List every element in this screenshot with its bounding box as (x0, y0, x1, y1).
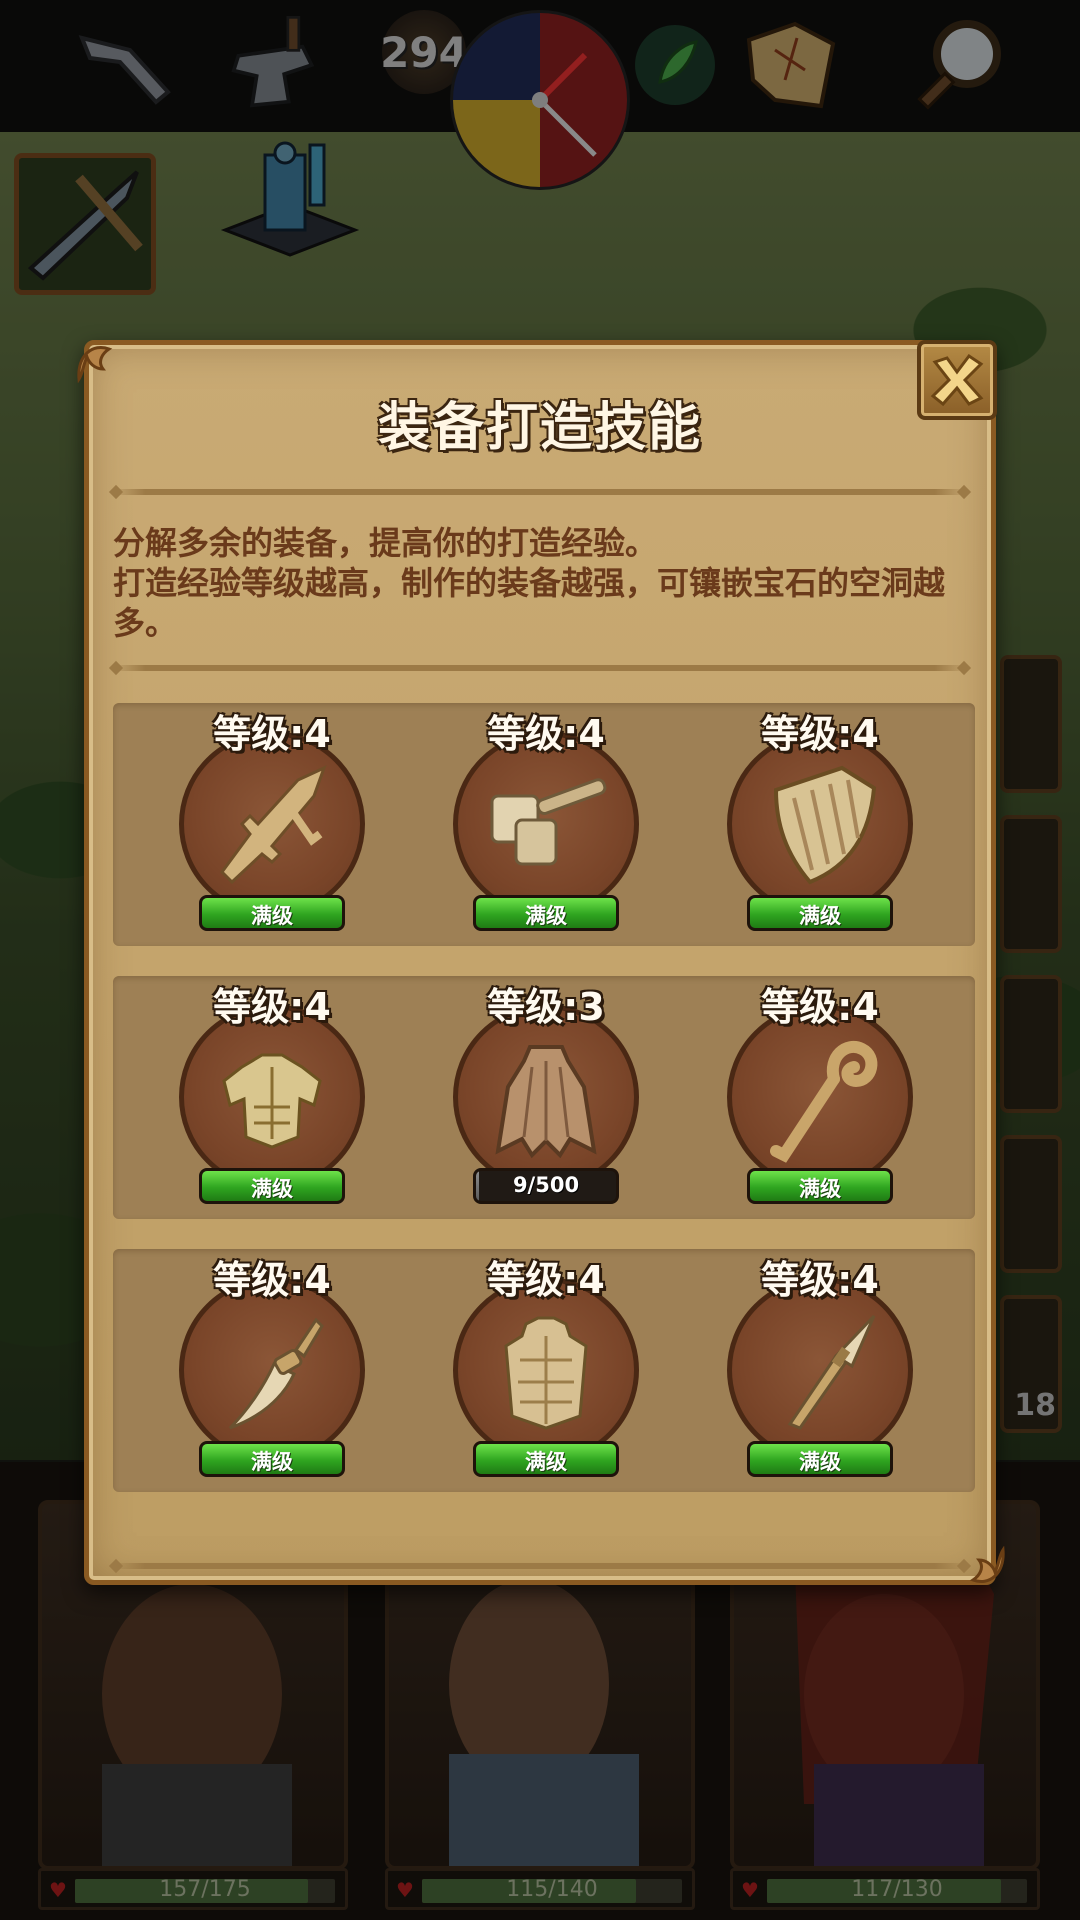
skill-progress-text: 满级 (525, 1450, 567, 1474)
divider (111, 1563, 969, 1569)
dagger-icon (228, 1317, 324, 1430)
skill-level-label: 等级:4 (213, 712, 331, 756)
skill-icon-button[interactable] (179, 1277, 365, 1463)
staff-icon (770, 1041, 878, 1163)
cloak-icon (495, 1045, 597, 1159)
skill-icon-button[interactable] (453, 1004, 639, 1190)
leather-armor-icon (504, 1316, 588, 1430)
skill-icon-button[interactable] (727, 731, 913, 917)
hammer-icon (490, 778, 607, 866)
skill-item[interactable]: 等级:4 满级 (725, 703, 915, 946)
close-icon (930, 353, 984, 407)
skill-progress-bar: 满级 (473, 895, 619, 931)
skill-progress-text: 满级 (251, 1177, 293, 1201)
skill-item[interactable]: 等级:4 满级 (451, 1249, 641, 1492)
skill-item[interactable]: 等级:4 满级 (177, 703, 367, 946)
skill-level-label: 等级:4 (487, 1258, 605, 1302)
skill-level-label: 等级:4 (213, 985, 331, 1029)
divider (111, 489, 969, 495)
skill-item[interactable]: 等级:4 满级 (725, 976, 915, 1219)
skill-level-label: 等级:4 (761, 1258, 879, 1302)
skill-level-label: 等级:4 (487, 712, 605, 756)
close-button[interactable] (917, 340, 997, 420)
corner-ornament (969, 1546, 1005, 1583)
corner-ornament (77, 346, 113, 383)
skill-level-label: 等级:4 (213, 1258, 331, 1302)
skill-item[interactable]: 等级:4 满级 (451, 703, 641, 946)
skill-row: 等级:4 满级 等级:4 满级 等级:4 满级 (113, 703, 975, 946)
dialog-title: 装备打造技能 (377, 398, 702, 458)
skill-progress-bar: 满级 (747, 895, 893, 931)
skill-level-label: 等级:4 (761, 985, 879, 1029)
skill-item[interactable]: 等级:4 满级 (177, 1249, 367, 1492)
skill-progress-bar: 满级 (199, 895, 345, 931)
skill-progress-bar: 满级 (747, 1168, 893, 1204)
skill-progress-bar: 满级 (199, 1168, 345, 1204)
skill-icon-button[interactable] (179, 731, 365, 917)
skill-level-label: 等级:3 (487, 985, 605, 1029)
skill-level-label: 等级:4 (761, 712, 879, 756)
skill-icon-button[interactable] (179, 1004, 365, 1190)
skill-progress-text: 满级 (799, 1177, 841, 1201)
skill-icon-button[interactable] (453, 731, 639, 917)
spear-icon (787, 1314, 876, 1430)
shield-icon (773, 765, 877, 885)
skill-progress-text: 满级 (799, 904, 841, 928)
divider (111, 665, 969, 671)
skill-progress-text: 满级 (251, 904, 293, 928)
skill-item[interactable]: 等级:3 9/500 (451, 976, 641, 1219)
skill-progress-bar: 满级 (473, 1441, 619, 1477)
skill-progress-bar: 满级 (747, 1441, 893, 1477)
skill-progress-text: 满级 (251, 1450, 293, 1474)
skill-item[interactable]: 等级:4 满级 (725, 1249, 915, 1492)
skill-row: 等级:4 满级 等级:3 9/500 等级:4 满级 (113, 976, 975, 1219)
skill-progress-text: 9/500 (512, 1173, 580, 1197)
skill-progress-text: 满级 (799, 1450, 841, 1474)
plate-armor-icon (222, 1053, 322, 1149)
description-line: 分解多余的装备，提高你的打造经验。 (113, 524, 658, 562)
dialog-description: 分解多余的装备，提高你的打造经验。 打造经验等级越高，制作的装备越强，可镶嵌宝石… (113, 523, 971, 643)
skill-icon-button[interactable] (727, 1004, 913, 1190)
skill-icon-button[interactable] (453, 1277, 639, 1463)
crafting-skill-dialog: 装备打造技能 分解多余的装备，提高你的打造经验。 打造经验等级越高，制作的装备越… (77, 340, 1005, 1585)
skill-progress-bar: 9/500 (473, 1168, 619, 1204)
skill-progress-text: 满级 (525, 904, 567, 928)
skill-item[interactable]: 等级:4 满级 (177, 976, 367, 1219)
skill-progress-bar: 满级 (199, 1441, 345, 1477)
sword-icon (220, 765, 327, 885)
description-line: 打造经验等级越高，制作的装备越强，可镶嵌宝石的空洞越多。 (113, 564, 946, 642)
skill-row: 等级:4 满级 等级:4 满级 等级:4 满级 (113, 1249, 975, 1492)
skill-icon-button[interactable] (727, 1277, 913, 1463)
